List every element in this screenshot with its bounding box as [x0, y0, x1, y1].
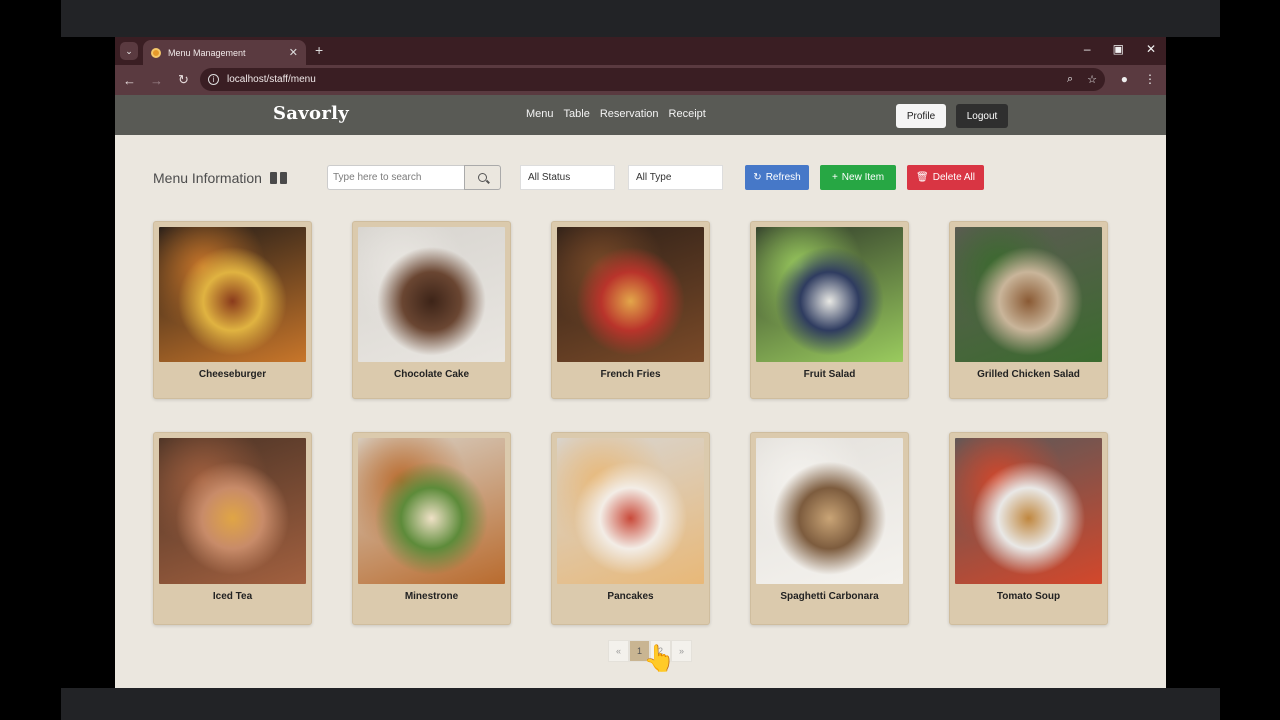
page-prev[interactable]: «: [608, 640, 629, 662]
menu-card[interactable]: Iced Tea: [153, 432, 312, 625]
tab-search-button[interactable]: ⌄: [120, 42, 138, 60]
menu-card[interactable]: Fruit Salad: [750, 221, 909, 399]
reload-icon[interactable]: ↻: [171, 72, 196, 88]
bookmark-star-icon[interactable]: ☆: [1087, 73, 1097, 86]
menu-card[interactable]: Spaghetti Carbonara: [750, 432, 909, 625]
browser-toolbar: ← → ↻ i localhost/staff/menu ⌕ ☆ ● ⋮: [115, 65, 1166, 95]
menu-item-name: Iced Tea: [212, 591, 253, 602]
food-image: [358, 438, 505, 584]
app-header: Savorly Menu Table Reservation Receipt P…: [115, 95, 1166, 135]
favicon-icon: [151, 47, 161, 58]
food-image: [159, 227, 306, 362]
refresh-button[interactable]: ↻ Refresh: [745, 165, 809, 190]
menu-item-name: Fruit Salad: [803, 369, 856, 380]
logout-button[interactable]: Logout: [956, 104, 1008, 128]
screen-border-bottom: [61, 688, 1220, 720]
search-icon: [478, 173, 487, 182]
screen-border-top: [61, 0, 1220, 37]
nav-link-menu[interactable]: Menu: [526, 108, 554, 120]
food-image: [358, 227, 505, 362]
menu-item-name: Tomato Soup: [996, 591, 1061, 602]
profile-avatar-icon[interactable]: ●: [1121, 72, 1128, 86]
address-bar[interactable]: i localhost/staff/menu ⌕ ☆: [200, 68, 1105, 91]
menu-card[interactable]: Cheeseburger: [153, 221, 312, 399]
food-image: [955, 227, 1102, 362]
new-item-button[interactable]: + New Item: [820, 165, 896, 190]
menu-card[interactable]: Pancakes: [551, 432, 710, 625]
tab-strip: ⌄ Menu Management ✕ + – ▣ ✕: [115, 37, 1166, 65]
back-icon[interactable]: ←: [117, 73, 142, 88]
main-nav: Menu Table Reservation Receipt: [526, 108, 706, 120]
page-title-text: Menu Information: [153, 170, 262, 186]
food-image: [756, 438, 903, 584]
food-image: [557, 227, 704, 362]
menu-card[interactable]: Tomato Soup: [949, 432, 1108, 625]
search-button[interactable]: [464, 165, 501, 190]
active-tab[interactable]: Menu Management ✕: [143, 40, 306, 65]
menu-grid: Cheeseburger Chocolate Cake French Fries…: [153, 221, 1113, 626]
hand-cursor-icon: 👆: [643, 643, 676, 673]
minimize-icon[interactable]: –: [1084, 42, 1091, 56]
food-image: [557, 438, 704, 584]
search-input[interactable]: [327, 165, 464, 190]
menu-item-name: Grilled Chicken Salad: [977, 369, 1080, 380]
zoom-icon[interactable]: ⌕: [1067, 73, 1073, 86]
site-info-icon[interactable]: i: [208, 74, 219, 85]
delete-all-button[interactable]: 🗑 Delete All: [907, 165, 984, 190]
brand-logo[interactable]: Savorly: [273, 103, 349, 124]
menu-item-name: Cheeseburger: [198, 369, 267, 380]
status-filter-select[interactable]: All Status: [520, 165, 615, 190]
url-text[interactable]: localhost/staff/menu: [227, 74, 1067, 85]
page-title: Menu Information: [153, 170, 287, 186]
menu-item-name: Minestrone: [404, 591, 459, 602]
nav-link-reservation[interactable]: Reservation: [600, 108, 659, 120]
new-tab-button[interactable]: +: [315, 42, 323, 58]
refresh-icon: ↻: [753, 172, 762, 183]
nav-link-table[interactable]: Table: [564, 108, 590, 120]
book-icon: [269, 172, 287, 184]
browser-menu-icon[interactable]: ⋮: [1144, 72, 1156, 86]
menu-card[interactable]: Grilled Chicken Salad: [949, 221, 1108, 399]
profile-button[interactable]: Profile: [896, 104, 946, 128]
food-image: [955, 438, 1102, 584]
menu-item-name: Spaghetti Carbonara: [780, 591, 879, 602]
menu-card[interactable]: Chocolate Cake: [352, 221, 511, 399]
restore-icon[interactable]: ▣: [1113, 42, 1124, 56]
close-window-icon[interactable]: ✕: [1146, 42, 1156, 56]
type-filter-select[interactable]: All Type: [628, 165, 723, 190]
food-image: [159, 438, 306, 584]
menu-card[interactable]: Minestrone: [352, 432, 511, 625]
nav-link-receipt[interactable]: Receipt: [669, 108, 706, 120]
menu-item-name: Chocolate Cake: [393, 369, 470, 380]
forward-icon[interactable]: →: [144, 73, 169, 88]
food-image: [756, 227, 903, 362]
refresh-label: Refresh: [765, 172, 801, 183]
menu-item-name: French Fries: [600, 369, 661, 380]
browser-window: ⌄ Menu Management ✕ + – ▣ ✕ ← → ↻ i loca…: [115, 37, 1166, 688]
menu-item-name: Pancakes: [607, 591, 654, 602]
trash-icon: 🗑: [916, 172, 929, 183]
plus-icon: +: [831, 172, 838, 183]
tab-title: Menu Management: [168, 47, 246, 58]
close-tab-icon[interactable]: ✕: [289, 46, 298, 59]
new-item-label: New Item: [841, 172, 885, 183]
window-controls: – ▣ ✕: [1084, 42, 1156, 56]
menu-card[interactable]: French Fries: [551, 221, 710, 399]
delete-all-label: Delete All: [932, 172, 975, 183]
